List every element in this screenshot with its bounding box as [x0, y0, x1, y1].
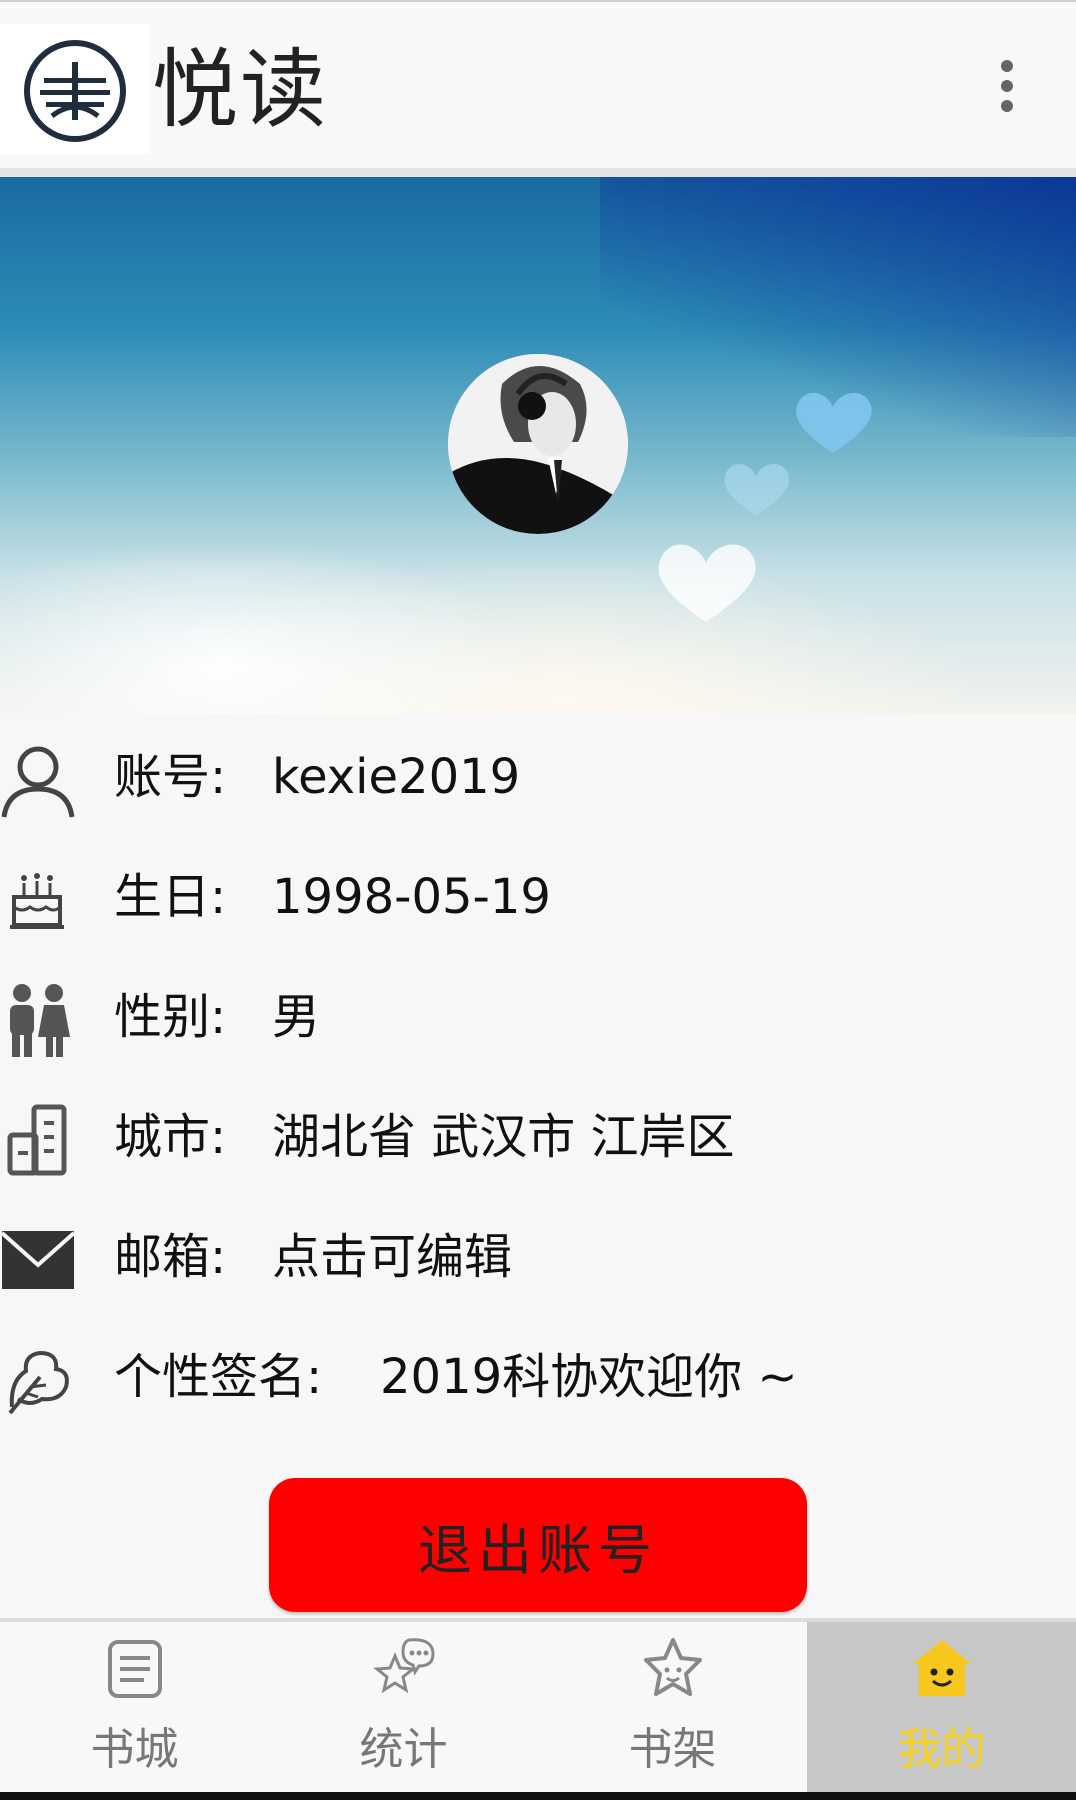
email-label: 邮箱:: [114, 1229, 227, 1285]
birthday-label: 生日:: [114, 869, 227, 925]
header-divider: [0, 168, 1076, 177]
smile-home-icon: [913, 1640, 971, 1696]
gender-label: 性别:: [114, 989, 227, 1045]
tab-statistics-label: 统计: [359, 1724, 448, 1775]
signature-value: 2019科协欢迎你 ~: [380, 1349, 798, 1405]
profile-row-gender[interactable]: 性别: 男: [0, 975, 1076, 1065]
profile-row-city[interactable]: 城市: 湖北省 武汉市 江岸区: [0, 1095, 1076, 1185]
email-value[interactable]: 点击可编辑: [272, 1225, 512, 1289]
birthday-value: 1998-05-19: [272, 869, 551, 925]
heart-decoration-icon: [796, 392, 872, 453]
profile-banner: [0, 177, 1076, 714]
avatar-image: [448, 354, 628, 534]
mail-icon: [0, 1231, 76, 1289]
tab-statistics[interactable]: 统计: [269, 1622, 538, 1792]
app-bar: 悦读: [0, 2, 1076, 168]
heart-decoration-icon: [724, 463, 790, 516]
tab-mine-label: 我的: [897, 1724, 986, 1775]
gender-value: 男: [272, 989, 321, 1045]
account-label: 账号:: [114, 749, 227, 805]
tab-bookshelf-label: 书架: [628, 1724, 717, 1775]
gender-icon: [10, 984, 70, 1057]
app-logo-icon: [24, 40, 126, 142]
signature-label: 个性签名:: [114, 1349, 323, 1405]
more-dot-icon: [1001, 60, 1013, 72]
chat-star-icon: [373, 1638, 435, 1694]
bottom-tab-bar: 书城 统计 书架 我的: [0, 1622, 1076, 1792]
logout-button[interactable]: 退出账号: [269, 1478, 807, 1612]
birthday-cake-icon: [10, 873, 64, 929]
more-options-button[interactable]: [986, 54, 1026, 118]
navigation-edge: [0, 1792, 1076, 1800]
more-dot-icon: [1001, 100, 1013, 112]
profile-row-birthday[interactable]: 生日: 1998-05-19: [0, 855, 1076, 945]
user-avatar[interactable]: [448, 354, 628, 534]
tab-bookshelf[interactable]: 书架: [538, 1622, 807, 1792]
profile-row-account[interactable]: 账号: kexie2019: [0, 735, 1076, 825]
user-icon: [1, 746, 75, 818]
tab-bookstore-label: 书城: [90, 1724, 179, 1775]
tab-bookstore[interactable]: 书城: [0, 1622, 269, 1792]
more-dot-icon: [1001, 80, 1013, 92]
book-list-icon: [108, 1640, 162, 1698]
city-label: 城市:: [114, 1109, 227, 1165]
signature-leaf-icon: [8, 1350, 69, 1415]
profile-row-signature[interactable]: 个性签名: 2019科协欢迎你 ~: [0, 1335, 1076, 1425]
app-logo: [0, 24, 150, 154]
app-title: 悦读: [152, 40, 328, 140]
star-icon: [644, 1638, 702, 1696]
tab-mine[interactable]: 我的: [807, 1622, 1076, 1792]
heart-decoration-icon: [658, 544, 756, 622]
profile-row-email[interactable]: 邮箱: 点击可编辑: [0, 1215, 1076, 1305]
city-value: 湖北省 武汉市 江岸区: [272, 1109, 735, 1165]
city-building-icon: [7, 1104, 67, 1176]
account-value: kexie2019: [272, 749, 521, 805]
